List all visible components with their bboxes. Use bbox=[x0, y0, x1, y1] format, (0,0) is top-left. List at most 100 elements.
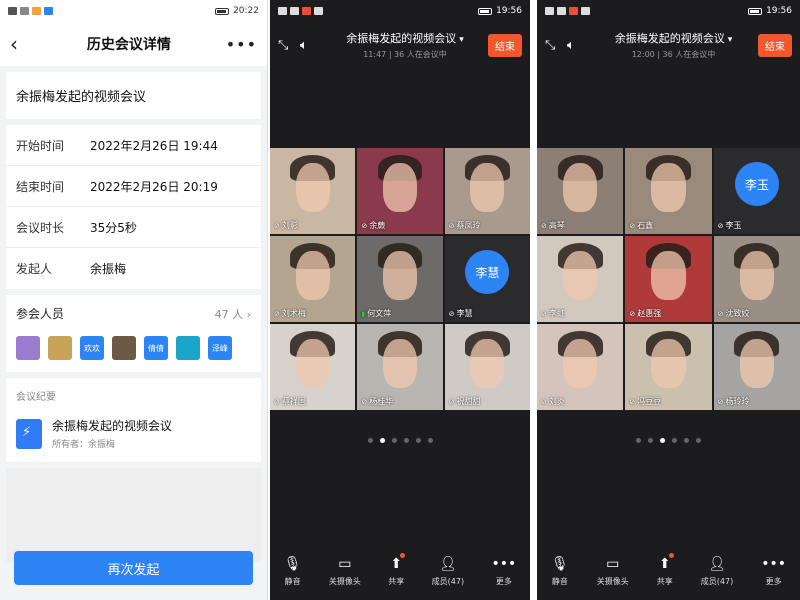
page-dot[interactable] bbox=[391, 438, 397, 443]
page-dot[interactable] bbox=[636, 438, 641, 443]
notification-icon bbox=[569, 7, 578, 15]
toolbar-button-mic[interactable]: 🎙︎ 静音 bbox=[284, 556, 302, 587]
page-dot[interactable] bbox=[379, 438, 385, 443]
tile-label: ⊘ 杨玲玲 bbox=[718, 396, 750, 407]
participant-avatar[interactable]: 欢欢 bbox=[80, 336, 104, 360]
avatar: 李玉 bbox=[734, 162, 779, 207]
more-icon[interactable]: ••• bbox=[226, 35, 257, 54]
toolbar-button-share-screen[interactable]: ⬆ 共享 bbox=[656, 552, 674, 587]
participant-name: 杨桂华 bbox=[369, 397, 394, 406]
meeting-screen-2: 19:56 ⤡ 🔈︎ 余振梅发起的视频会议 ▾ 12:00 | 36 人在会议中 … bbox=[537, 0, 800, 600]
toolbar-button-more[interactable]: ••• 更多 bbox=[491, 556, 516, 587]
meeting-title: 余振梅发起的视频会议 bbox=[614, 32, 725, 45]
participant-avatar[interactable] bbox=[48, 336, 72, 360]
page-indicator bbox=[270, 438, 530, 443]
video-tile[interactable]: ⊘ 祝甜甜 bbox=[444, 324, 530, 410]
video-tile[interactable]: ⊘ 李虹 bbox=[537, 236, 624, 322]
summary-doc[interactable]: 余振梅发起的视频会议 所有者：余振梅 bbox=[16, 417, 251, 450]
video-tile[interactable]: ⊘ 蔡祥国 bbox=[270, 324, 356, 410]
video-tile[interactable]: ⊘ 杨桂华 bbox=[357, 324, 443, 410]
app-icon bbox=[44, 7, 53, 15]
tile-label: ⊘ 蔡祥国 bbox=[274, 396, 306, 407]
video-tile[interactable]: ⊘ 石鑫 bbox=[625, 148, 712, 234]
participant-avatar[interactable] bbox=[176, 336, 200, 360]
video-tile[interactable]: ⊘ 高琴 bbox=[537, 148, 624, 234]
page-dot[interactable] bbox=[648, 438, 653, 443]
participant-avatar[interactable]: 倩倩 bbox=[144, 336, 168, 360]
toolbar-button-camera[interactable]: ▭ 关摄像头 bbox=[597, 556, 629, 587]
wifi-icon bbox=[557, 7, 566, 15]
toolbar-button-mic[interactable]: 🎙︎ 静音 bbox=[551, 556, 569, 587]
back-arrow-icon[interactable]: ‹ bbox=[10, 32, 32, 56]
summary-doc-owner: 所有者：余振梅 bbox=[52, 440, 116, 450]
page-dot[interactable] bbox=[367, 438, 373, 443]
video-tile[interactable]: ⊘ 余蕨 bbox=[357, 148, 443, 234]
page-dot[interactable] bbox=[696, 438, 701, 443]
status-time: 19:56 bbox=[766, 6, 792, 16]
video-tile[interactable]: ⊘ 杨玲玲 bbox=[713, 324, 800, 410]
video-tile[interactable]: ⊘ 刘炎 bbox=[537, 324, 624, 410]
participant-avatar[interactable] bbox=[16, 336, 40, 360]
toolbar-button-members[interactable]: 👤︎ 成员(47) bbox=[701, 556, 733, 587]
toolbar-button-more[interactable]: ••• 更多 bbox=[761, 556, 786, 587]
page-header: ‹ 历史会议详情 ••• bbox=[0, 22, 267, 66]
battery-icon bbox=[478, 7, 493, 15]
signal-icon bbox=[545, 7, 554, 15]
video-tile[interactable]: ⊘ 刘影 bbox=[270, 148, 356, 234]
minimize-icon[interactable]: ⤡ bbox=[278, 38, 300, 53]
participants-section[interactable]: 参会人员 47 人 › 欢欢 倩倩 泽峰 bbox=[6, 295, 261, 372]
summary-doc-title: 余振梅发起的视频会议 bbox=[52, 419, 173, 433]
mic-muted-icon: ⊘ bbox=[541, 397, 547, 406]
chevron-down-icon: ▾ bbox=[727, 35, 733, 45]
video-tile[interactable]: 李慧 ⊘ 李慧 bbox=[444, 236, 530, 322]
restart-meeting-button[interactable]: 再次发起 bbox=[14, 551, 253, 585]
notification-badge bbox=[668, 552, 674, 558]
page-dot[interactable] bbox=[684, 438, 689, 443]
toolbar-button-camera[interactable]: ▭ 关摄像头 bbox=[329, 556, 361, 587]
toolbar-button-share-screen[interactable]: ⬆ 共享 bbox=[388, 552, 406, 587]
mic-muted-icon: ⊘ bbox=[541, 309, 547, 318]
mic-muted-icon: ⊘ bbox=[361, 221, 368, 230]
toolbar-button-members[interactable]: 👤︎ 成员(47) bbox=[432, 556, 464, 587]
minimize-icon[interactable]: ⤡ bbox=[545, 38, 567, 53]
video-tile[interactable]: ⊘ 蔡凤玲 bbox=[444, 148, 530, 234]
share-screen-icon: ⬆ bbox=[658, 555, 671, 572]
detail-key: 开始时间 bbox=[16, 138, 65, 153]
participant-name: 蔡凤玲 bbox=[456, 221, 481, 230]
video-tile[interactable]: ⊘ 沈致姣 bbox=[713, 236, 800, 322]
tile-label: ⊘ 高琴 bbox=[541, 220, 565, 231]
speaker-icon[interactable]: 🔈︎ bbox=[300, 38, 322, 53]
video-feed-face bbox=[382, 163, 418, 212]
participant-name: 高琴 bbox=[548, 221, 565, 230]
app-icon bbox=[581, 7, 590, 15]
toolbar-label: 共享 bbox=[656, 576, 673, 586]
page-dot[interactable] bbox=[415, 438, 421, 443]
meeting-title-area[interactable]: 余振梅发起的视频会议 ▾ 11:47 | 36 人在会议中 bbox=[322, 30, 488, 60]
video-tile[interactable]: ▮ 何文萍 bbox=[357, 236, 443, 322]
participant-avatar[interactable] bbox=[112, 336, 136, 360]
tile-label: ⊘ 石鑫 bbox=[629, 220, 653, 231]
video-tile[interactable]: ⊘ 刘术梅 bbox=[270, 236, 356, 322]
page-dot[interactable] bbox=[660, 438, 665, 443]
status-bar: 19:56 bbox=[537, 0, 800, 22]
video-feed-face bbox=[470, 339, 505, 388]
end-meeting-button[interactable]: 结束 bbox=[758, 33, 792, 57]
tile-label: ⊘ 余蕨 bbox=[361, 220, 385, 231]
participant-name: 祝甜甜 bbox=[456, 397, 481, 406]
end-meeting-button[interactable]: 结束 bbox=[488, 33, 522, 57]
video-tile[interactable]: ⊘ 冯豆豆 bbox=[625, 324, 712, 410]
meeting-title-area[interactable]: 余振梅发起的视频会议 ▾ 12:00 | 36 人在会议中 bbox=[589, 30, 758, 60]
speaker-icon[interactable]: 🔈︎ bbox=[567, 38, 589, 53]
detail-row-end: 结束时间 2022年2月26日 20:19 bbox=[6, 166, 261, 207]
video-tile[interactable]: ⊘ 赵惠强 bbox=[625, 236, 712, 322]
meeting-screen-1: 19:56 ⤡ 🔈︎ 余振梅发起的视频会议 ▾ 11:47 | 36 人在会议中 … bbox=[270, 0, 530, 600]
video-tile[interactable]: 李玉 ⊘ 李玉 bbox=[713, 148, 800, 234]
page-dot[interactable] bbox=[672, 438, 677, 443]
participant-name: 刘影 bbox=[281, 221, 298, 230]
participant-name: 冯豆豆 bbox=[637, 397, 662, 406]
page-dot[interactable] bbox=[403, 438, 409, 443]
page-dot[interactable] bbox=[427, 438, 433, 443]
participant-avatar[interactable]: 泽峰 bbox=[208, 336, 232, 360]
mic-muted-icon: ⊘ bbox=[361, 397, 368, 406]
mic-muted-icon: ⊘ bbox=[448, 221, 455, 230]
